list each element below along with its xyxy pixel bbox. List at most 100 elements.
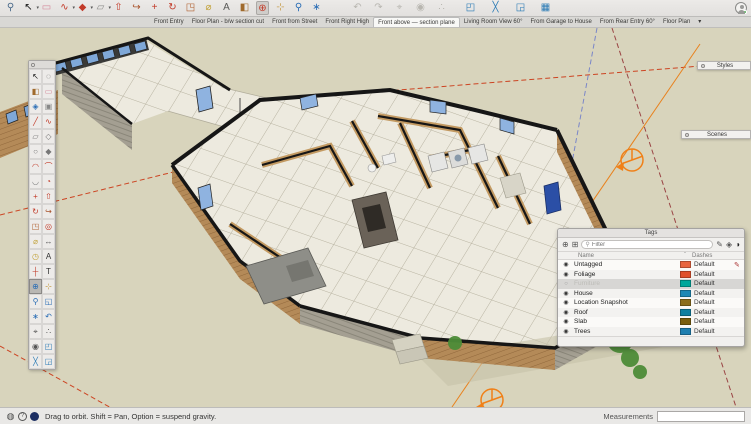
tag-name[interactable]: Slab — [574, 318, 680, 325]
scene-tab-living-room-view-60-[interactable]: Living Room View 60° — [460, 17, 527, 27]
polygon-tool[interactable]: ◆ — [42, 144, 55, 159]
paint-bucket-icon[interactable]: ◧ — [238, 1, 251, 15]
tags-panel-title[interactable]: Tags — [558, 229, 744, 238]
tag-row-trees[interactable]: ◉Trees Default — [558, 327, 744, 337]
styles-tray-knob[interactable] — [701, 64, 705, 68]
visibility-eye-icon[interactable]: ◉ — [558, 290, 574, 297]
position-camera-icon[interactable]: ⌖ — [393, 1, 406, 15]
edit-pencil-icon[interactable]: ✎ — [734, 261, 744, 269]
zoom-icon[interactable]: ⚲ — [292, 1, 305, 15]
geolocation-icon[interactable]: ◍ — [6, 412, 15, 421]
display-section-fill-icon[interactable]: ▦ — [539, 1, 552, 15]
tag-row-foliage[interactable]: ◉FoliageDefault — [558, 270, 744, 280]
tape-measure-icon[interactable]: ⌀ — [202, 1, 215, 15]
display-section-planes-icon[interactable]: ╳ — [489, 1, 502, 15]
visibility-eye-icon[interactable]: ◉ — [558, 318, 574, 325]
select-tool[interactable]: ↖ — [29, 69, 42, 84]
palette-close-button[interactable] — [31, 63, 35, 67]
text-tool[interactable]: A — [42, 249, 55, 264]
rotate-icon[interactable]: ↻ — [166, 1, 179, 15]
scale-icon[interactable]: ◳ — [184, 1, 197, 15]
context-icon[interactable]: ● — [30, 412, 39, 421]
column-header-name[interactable]: Name — [578, 253, 684, 259]
tag-name[interactable]: Roof — [574, 309, 680, 316]
visibility-eye-icon[interactable]: ◉ — [558, 309, 574, 316]
tag-color-swatch[interactable] — [680, 299, 691, 306]
follow-me-tool[interactable]: ↪ — [42, 204, 55, 219]
follow-me-icon[interactable]: ↪ — [130, 1, 143, 15]
three-point-arc-tool[interactable]: ◡ — [29, 174, 42, 189]
circle-tool[interactable]: ○ — [29, 144, 42, 159]
pan-icon[interactable]: ⊹ — [274, 1, 287, 15]
pan-tool[interactable]: ⊹ — [42, 279, 55, 294]
move-tool[interactable]: + — [29, 189, 42, 204]
tag-color-swatch[interactable] — [680, 309, 691, 316]
tag-dashes-value[interactable]: Default — [694, 318, 734, 325]
tag-dashes-value[interactable]: Default — [694, 328, 734, 335]
visibility-eye-off-icon[interactable]: ○ — [558, 281, 574, 287]
tag-name[interactable]: Untagged — [574, 261, 680, 268]
tags-filter-input[interactable] — [592, 242, 709, 248]
scene-tab-front-above-section-plane[interactable]: Front above — section plane — [373, 17, 460, 27]
shapes-icon[interactable]: ◆▾ — [76, 1, 89, 15]
arc-tool[interactable]: ◠ — [29, 159, 42, 174]
tag-dashes-value[interactable]: Default — [694, 271, 734, 278]
previous-tool[interactable]: ↶ — [42, 309, 55, 324]
protractor-tool[interactable]: ◷ — [29, 249, 42, 264]
look-around-tool[interactable]: ◉ — [29, 339, 42, 354]
search-icon[interactable]: ⚲ — [4, 1, 17, 15]
visibility-eye-icon[interactable]: ◉ — [558, 271, 574, 278]
eraser-icon[interactable]: ▭ — [40, 1, 53, 15]
tag-row-house[interactable]: ◉HouseDefault — [558, 289, 744, 299]
freehand-tool[interactable]: ∿ — [42, 114, 55, 129]
purge-tags-icon[interactable]: ✎ — [716, 239, 723, 250]
tag-row-untagged[interactable]: ◉UntaggedDefault✎ — [558, 260, 744, 270]
make-component-tool[interactable]: ◈ — [29, 99, 42, 114]
visibility-eye-icon[interactable]: ◉ — [558, 328, 574, 335]
tag-dashes-value[interactable]: Default — [694, 280, 734, 287]
zoom-tool[interactable]: ⚲ — [29, 294, 42, 309]
freehand-icon[interactable]: ∿▾ — [58, 1, 71, 15]
add-tag-icon[interactable]: ⊕ — [562, 239, 569, 250]
rotate-tool[interactable]: ↻ — [29, 204, 42, 219]
scale-tool[interactable]: ◳ — [29, 219, 42, 234]
3d-text-tool[interactable]: T — [42, 264, 55, 279]
scene-tab-from-rear-entry-60-[interactable]: From Rear Entry 60° — [596, 17, 659, 27]
next-view-icon[interactable]: ↷ — [372, 1, 385, 15]
viewport-canvas[interactable]: ↖◌◧▭◈▣╱∿▱◇○◆◠⌒◡◔+⇧↻↪◳◎⌀↔◷A┼T⊕⊹⚲◱∗↶⌖∴◉◰╳◲… — [0, 28, 751, 407]
tag-row-furniture[interactable]: ○FurnitureDefault — [558, 279, 744, 289]
account-avatar[interactable] — [735, 2, 747, 14]
lasso-tool[interactable]: ◌ — [42, 69, 55, 84]
tape-measure-tool[interactable]: ⌀ — [29, 234, 42, 249]
tag-dashes-value[interactable]: Default — [694, 299, 734, 306]
axes-tool[interactable]: ┼ — [29, 264, 42, 279]
two-point-arc-tool[interactable]: ⌒ — [42, 159, 55, 174]
scene-tabs-overflow-button[interactable]: ▾ — [694, 17, 705, 27]
tag-color-swatch[interactable] — [680, 271, 691, 278]
tag-name[interactable]: Trees — [574, 328, 680, 335]
look-around-icon[interactable]: ◉ — [414, 1, 427, 15]
rotated-rectangle-tool[interactable]: ◇ — [42, 129, 55, 144]
push-pull-tool[interactable]: ⇧ — [42, 189, 55, 204]
tag-color-swatch[interactable] — [680, 261, 691, 268]
section-plane-tool[interactable]: ◰ — [42, 339, 55, 354]
display-section-planes-tool[interactable]: ╳ — [29, 354, 42, 369]
tag-row-slab[interactable]: ◉Slab Default — [558, 317, 744, 327]
scenes-tray-knob[interactable] — [685, 133, 689, 137]
push-pull-icon[interactable]: ⇧ — [112, 1, 125, 15]
add-tag-folder-icon[interactable]: ⊞ — [572, 239, 579, 250]
stamp-tool[interactable]: ▣ — [42, 99, 55, 114]
styles-tray[interactable]: Styles — [697, 61, 751, 70]
orbit-tool[interactable]: ⊕ — [29, 279, 42, 294]
eraser-tool[interactable]: ▭ — [42, 84, 55, 99]
tag-dashes-value[interactable]: Default — [694, 309, 734, 316]
measurements-input[interactable] — [657, 411, 745, 422]
select-icon[interactable]: ↖▾ — [22, 1, 35, 15]
scene-tab-from-garage-to-house[interactable]: From Garage to House — [526, 17, 595, 27]
tag-options-icon[interactable]: ◈ — [726, 239, 732, 250]
tag-row-roof[interactable]: ◉Roof Default — [558, 308, 744, 318]
position-camera-tool[interactable]: ⌖ — [29, 324, 42, 339]
scene-tab-front-from-street[interactable]: Front from Street — [268, 17, 321, 27]
paint-bucket-tool[interactable]: ◧ — [29, 84, 42, 99]
display-section-cuts-tool[interactable]: ◲ — [42, 354, 55, 369]
